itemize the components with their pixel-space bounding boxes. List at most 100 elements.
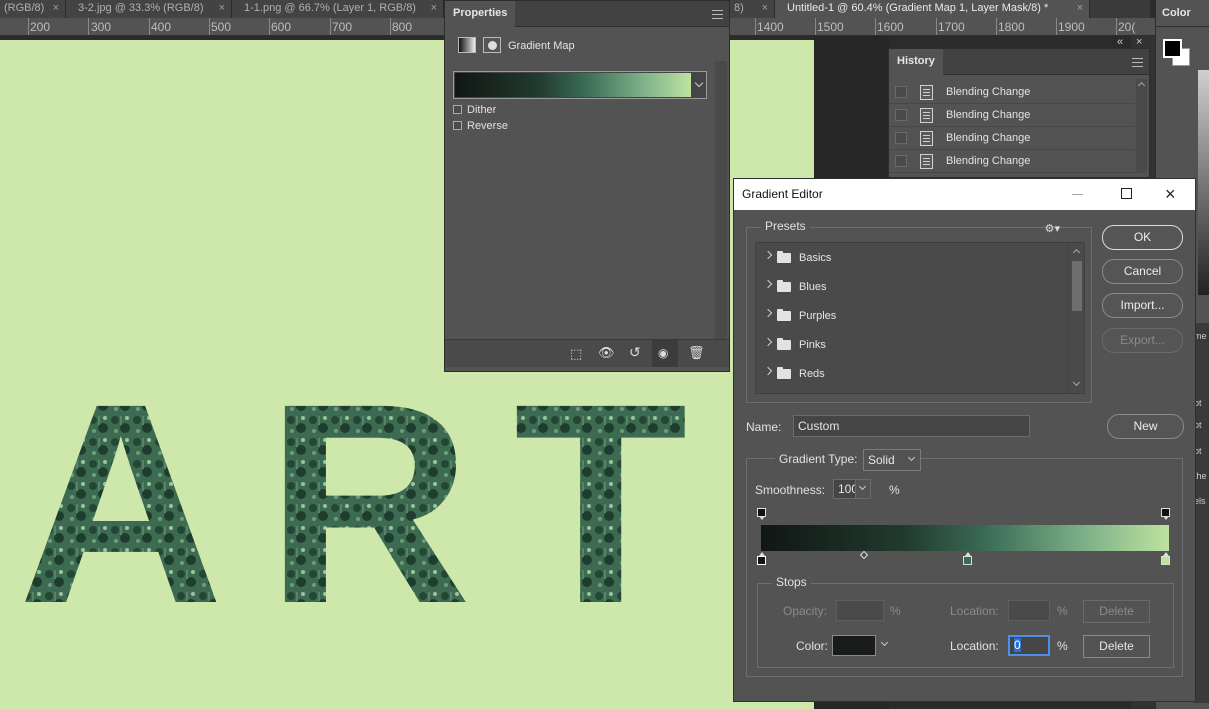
color-location-input[interactable]: 0 bbox=[1008, 635, 1050, 656]
close-icon[interactable]: × bbox=[1165, 184, 1176, 205]
document-tab-3[interactable]: 1-1.png @ 66.7% (Layer 1, RGB/8) × bbox=[232, 0, 444, 18]
panel-menu-icon[interactable] bbox=[1132, 58, 1143, 67]
chevron-right-icon[interactable] bbox=[763, 279, 773, 289]
color-label: Color: bbox=[796, 639, 829, 653]
color-delete-button[interactable]: Delete bbox=[1083, 635, 1150, 658]
preset-scrollbar[interactable] bbox=[1068, 243, 1084, 393]
history-state-icon bbox=[920, 85, 933, 100]
document-tab-2[interactable]: 3-2.jpg @ 33.3% (RGB/8) × bbox=[66, 0, 232, 18]
list-item[interactable]: Purples bbox=[756, 302, 1084, 331]
list-item[interactable]: Reds bbox=[756, 360, 1084, 389]
tab-properties[interactable]: Properties bbox=[445, 1, 516, 27]
new-button[interactable]: New bbox=[1107, 414, 1184, 439]
gradient-bar[interactable] bbox=[761, 525, 1169, 551]
tab-label: (RGB/8) bbox=[4, 2, 45, 14]
stops-label: Stops bbox=[772, 575, 811, 589]
opacity-stop[interactable] bbox=[1161, 508, 1170, 520]
scrollbar-thumb[interactable] bbox=[1072, 261, 1082, 311]
ruler-label: 400 bbox=[151, 20, 172, 34]
folder-label: Basics bbox=[799, 252, 832, 264]
collapse-panels-icon[interactable]: « bbox=[1117, 36, 1123, 48]
chevron-right-icon[interactable] bbox=[763, 308, 773, 318]
presets-group: Presets ⚙▾ Basics Blues Purples Pinks Re… bbox=[746, 219, 1092, 403]
list-item[interactable]: Pinks bbox=[756, 331, 1084, 360]
color-stop[interactable] bbox=[963, 552, 972, 565]
history-item-label: Blending Change bbox=[946, 86, 1031, 98]
dialog-titlebar[interactable]: Gradient Editor × bbox=[734, 179, 1195, 210]
document-tab-1[interactable]: (RGB/8) × bbox=[0, 0, 66, 18]
panel-menu-icon[interactable] bbox=[712, 10, 723, 19]
layer-mask-icon[interactable] bbox=[483, 37, 501, 53]
list-item[interactable]: Blues bbox=[756, 273, 1084, 302]
list-item[interactable]: Blending Change bbox=[889, 127, 1135, 150]
close-panel-icon[interactable]: × bbox=[1136, 36, 1142, 48]
snapshot-checkbox[interactable] bbox=[895, 109, 907, 121]
close-icon[interactable]: × bbox=[219, 0, 225, 17]
opacity-unit: % bbox=[890, 604, 901, 618]
color-stop[interactable] bbox=[1161, 552, 1170, 565]
document-tab-active[interactable]: Untitled-1 @ 60.4% (Gradient Map 1, Laye… bbox=[775, 0, 1090, 18]
chevron-down-icon[interactable] bbox=[694, 78, 704, 88]
history-state-icon bbox=[920, 154, 933, 169]
tab-history[interactable]: History bbox=[889, 49, 943, 75]
color-midpoint[interactable] bbox=[859, 550, 869, 560]
list-item[interactable]: Blending Change bbox=[889, 150, 1135, 173]
document-tab-4[interactable]: 8) × bbox=[730, 0, 775, 18]
reverse-checkbox[interactable] bbox=[453, 121, 462, 130]
gear-icon[interactable]: ⚙▾ bbox=[1045, 222, 1060, 235]
list-item[interactable]: Blending Change bbox=[889, 81, 1135, 104]
smoothness-input[interactable]: 100 bbox=[833, 479, 871, 499]
name-input[interactable]: Custom bbox=[793, 415, 1030, 437]
history-scrollbar[interactable] bbox=[1136, 79, 1147, 173]
close-icon[interactable]: × bbox=[431, 0, 437, 17]
snapshot-checkbox[interactable] bbox=[895, 155, 907, 167]
chevron-down-icon[interactable] bbox=[907, 453, 916, 462]
trash-icon[interactable]: 🗑 bbox=[688, 345, 705, 361]
snapshot-checkbox[interactable] bbox=[895, 132, 907, 144]
import-button[interactable]: Import... bbox=[1102, 293, 1183, 318]
folder-icon bbox=[777, 309, 791, 321]
tab-color[interactable]: Color bbox=[1156, 0, 1199, 26]
smoothness-dropdown[interactable] bbox=[855, 479, 871, 499]
dither-checkbox[interactable] bbox=[453, 105, 462, 114]
close-icon[interactable]: × bbox=[53, 0, 59, 17]
gradient-picker[interactable] bbox=[453, 71, 707, 99]
color-stop-selected[interactable] bbox=[757, 552, 766, 565]
export-button[interactable]: Export... bbox=[1102, 328, 1183, 353]
list-item[interactable]: Basics bbox=[756, 244, 1084, 273]
chevron-right-icon[interactable] bbox=[763, 366, 773, 376]
opacity-stop[interactable] bbox=[757, 508, 766, 520]
color-swatch[interactable] bbox=[832, 635, 876, 656]
gradient-settings-group: Gradient Type: Solid Smoothness: 100 % S… bbox=[746, 449, 1183, 677]
gradient-preview[interactable] bbox=[455, 73, 691, 97]
close-icon[interactable]: × bbox=[762, 0, 768, 17]
history-item-label: Blending Change bbox=[946, 155, 1031, 167]
gradient-type-select[interactable]: Solid bbox=[863, 449, 921, 471]
opacity-location-label: Location: bbox=[950, 604, 999, 618]
chevron-right-icon[interactable] bbox=[763, 337, 773, 347]
ruler-label: 1600 bbox=[877, 20, 904, 34]
maximize-icon[interactable] bbox=[1121, 188, 1132, 199]
properties-scrollbar[interactable] bbox=[715, 61, 727, 339]
close-icon[interactable]: × bbox=[1077, 0, 1083, 17]
opacity-location-unit: % bbox=[1057, 604, 1068, 618]
list-item[interactable]: Blending Change bbox=[889, 104, 1135, 127]
cancel-button[interactable]: Cancel bbox=[1102, 259, 1183, 284]
smoothness-unit: % bbox=[889, 483, 900, 497]
chevron-right-icon[interactable] bbox=[763, 250, 773, 260]
minimize-icon[interactable] bbox=[1072, 194, 1083, 195]
stops-group: Stops Opacity: % Location: % Delete Colo… bbox=[757, 575, 1174, 668]
eye-icon[interactable]: ◉ bbox=[658, 346, 668, 360]
color-location-label: Location: bbox=[950, 639, 999, 653]
ruler-label: 500 bbox=[211, 20, 232, 34]
ruler-label: 1900 bbox=[1058, 20, 1085, 34]
reset-icon[interactable]: ↺ bbox=[629, 344, 641, 361]
snapshot-checkbox[interactable] bbox=[895, 86, 907, 98]
ok-button[interactable]: OK bbox=[1102, 225, 1183, 250]
clip-to-layer-icon[interactable]: ⬚ bbox=[570, 346, 582, 362]
color-slider[interactable] bbox=[1198, 70, 1209, 295]
foreground-color-swatch[interactable] bbox=[1163, 39, 1182, 58]
view-previous-icon[interactable]: 👁 bbox=[598, 345, 615, 361]
ruler-label: 1500 bbox=[817, 20, 844, 34]
chevron-down-icon[interactable] bbox=[880, 638, 889, 647]
